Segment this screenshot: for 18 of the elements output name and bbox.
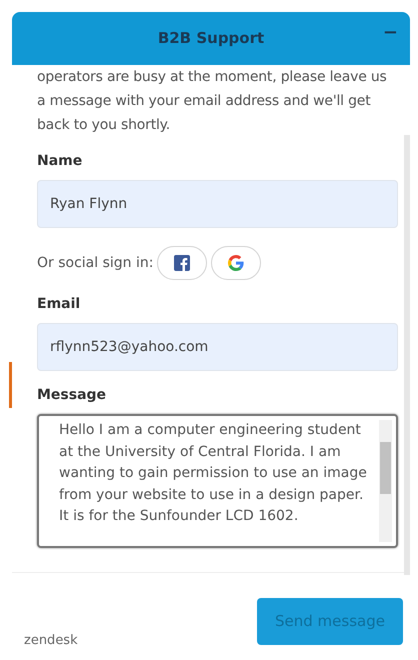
facebook-button[interactable] [157,246,208,280]
minimize-button[interactable]: − [378,24,402,42]
field-label: Name [37,152,84,171]
widget-title: B2B Support [158,28,264,50]
text-field[interactable]: rflynn523@yahoo.com [37,323,398,371]
brand-text: zendesk [24,632,78,650]
google-icon [228,255,244,271]
intro-text: operators are busy at the moment, please leave us a message with your email address and we'll get back to you shortly. [37,68,388,135]
scrollbar[interactable] [404,135,410,575]
field-label: Email [37,295,82,314]
scrollbar[interactable] [379,420,392,542]
message-field[interactable]: Hello I am a computer engineering student at the University of Central Florida. I am wanting to gain permission to use an image from your website to use in a design paper. It is for the Sunfounder LCD 1602. [37,414,398,548]
field-label: Message [37,386,108,405]
social-sign-in-label: Or social sign in: [37,254,154,272]
google-button[interactable] [211,246,262,280]
facebook-icon [174,255,190,271]
text-field[interactable]: Ryan Flynn [37,180,398,228]
accent-bar [9,362,12,408]
